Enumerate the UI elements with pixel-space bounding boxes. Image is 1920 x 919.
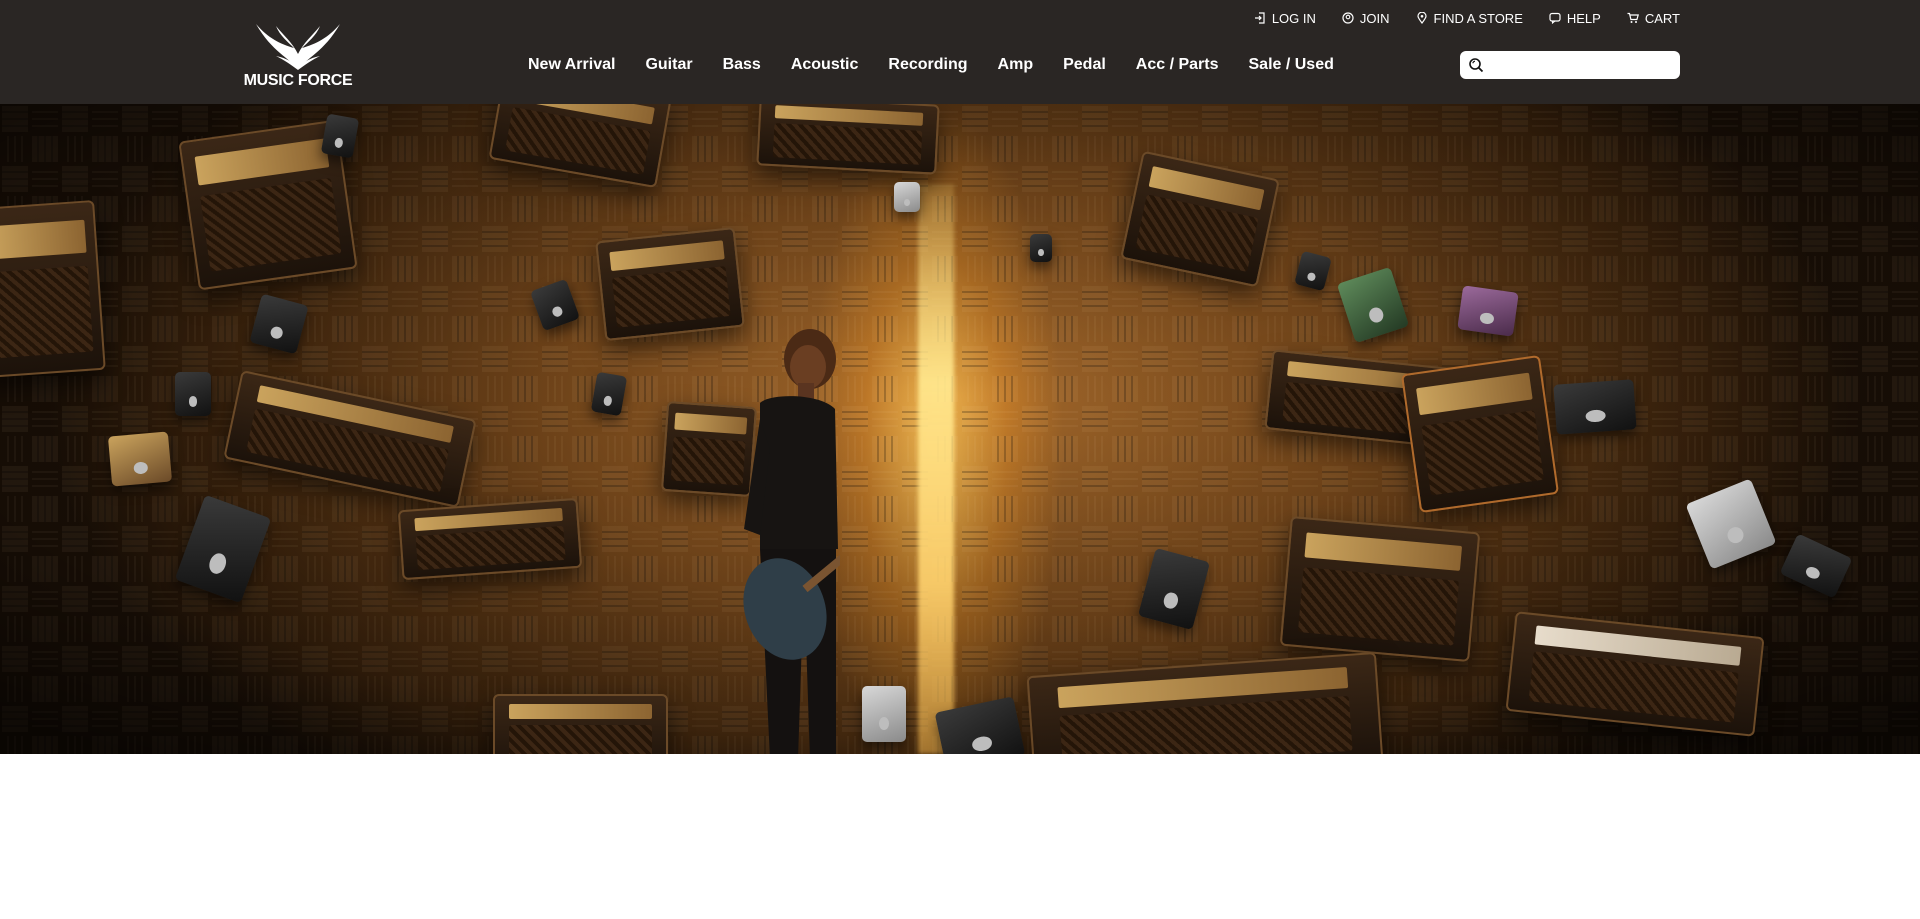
hero-banner[interactable] [0, 104, 1920, 754]
amp-image [0, 200, 106, 378]
nav-amp[interactable]: Amp [998, 56, 1034, 74]
brand-name: MUSIC FORCE [243, 72, 353, 89]
help-label: HELP [1566, 10, 1601, 26]
location-pin-icon [1416, 12, 1427, 24]
cart-link[interactable]: CART [1627, 11, 1680, 26]
nav-recording[interactable]: Recording [888, 56, 967, 74]
nav-acoustic[interactable]: Acoustic [791, 56, 859, 74]
amp-image [1279, 515, 1481, 663]
nav-guitar[interactable]: Guitar [645, 56, 692, 74]
login-label: LOG IN [1271, 10, 1316, 26]
cart-label: CART [1644, 10, 1680, 26]
nav-acc-parts[interactable]: Acc / Parts [1136, 56, 1219, 74]
pedal-image [320, 113, 360, 159]
amp-image [756, 104, 940, 175]
search-box[interactable] [1460, 51, 1680, 79]
main-nav: New Arrival Guitar Bass Acoustic Recordi… [528, 54, 1334, 76]
login-link[interactable]: LOG IN [1254, 11, 1316, 26]
nav-pedal[interactable]: Pedal [1063, 56, 1106, 74]
search-input[interactable] [1490, 55, 1672, 75]
pedal-image [175, 372, 211, 416]
light-strip [918, 184, 954, 754]
login-icon [1254, 12, 1265, 24]
join-label: JOIN [1359, 10, 1390, 26]
pedal-image [1030, 234, 1052, 262]
pedal-image [1553, 379, 1637, 435]
nav-new-arrival[interactable]: New Arrival [528, 56, 615, 74]
user-circle-icon [1342, 12, 1354, 24]
pedal-image [107, 431, 173, 487]
brand-logo[interactable]: MUSIC FORCE [236, 18, 360, 92]
join-link[interactable]: JOIN [1342, 11, 1390, 26]
help-link[interactable]: HELP [1549, 11, 1601, 26]
pedal-image [894, 182, 920, 212]
amp-image [397, 497, 583, 581]
search-icon [1469, 58, 1484, 73]
site-header: MUSIC FORCE LOG IN JOIN FIND A STORE HEL… [0, 0, 1920, 104]
utility-nav: LOG IN JOIN FIND A STORE HELP CART [1254, 8, 1680, 28]
cart-icon [1627, 12, 1639, 23]
amp-image [1400, 354, 1560, 514]
nav-sale-used[interactable]: Sale / Used [1249, 56, 1334, 74]
chat-bubble-icon [1549, 12, 1561, 24]
pedal-image [1457, 285, 1519, 337]
amp-image [493, 694, 668, 754]
find-store-link[interactable]: FIND A STORE [1416, 11, 1523, 26]
guitarist-image [743, 329, 840, 754]
wings-logo-icon [256, 24, 340, 70]
content-area [0, 754, 1920, 919]
find-store-label: FIND A STORE [1433, 10, 1523, 26]
nav-bass[interactable]: Bass [723, 56, 761, 74]
pedal-image [862, 686, 906, 742]
